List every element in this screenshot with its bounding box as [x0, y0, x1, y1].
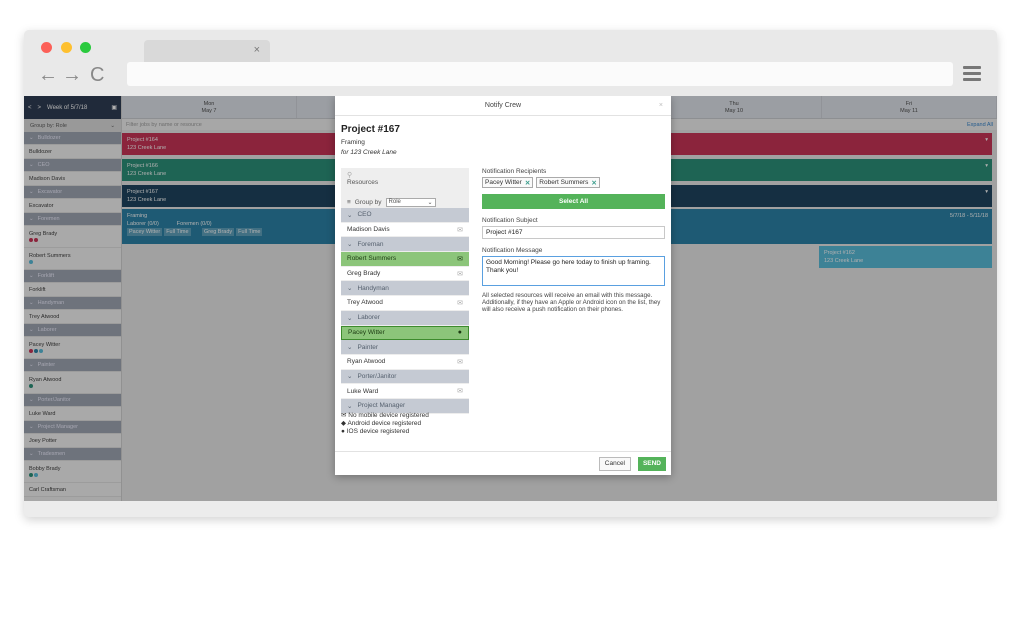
dialog-footer: Cancel SEND [335, 451, 671, 475]
subject-input[interactable]: Project #167 [482, 226, 665, 239]
mail-icon: ✉ [457, 358, 463, 366]
resource-name: Foreman [357, 240, 384, 248]
browser-tab[interactable]: × [144, 40, 270, 62]
cancel-button[interactable]: Cancel [598, 457, 631, 471]
chevron-down-icon: ⌄ [347, 402, 353, 410]
chevron-down-icon: ⌄ [347, 211, 353, 219]
project-title: Project #167 [341, 124, 400, 135]
resource-group-header[interactable]: ⌄ Painter [341, 340, 469, 355]
apple-icon: ● [457, 329, 462, 337]
chevron-down-icon: ⌄ [347, 373, 353, 381]
device-legend: ✉ No mobile device registered ◆ Android … [341, 412, 429, 436]
resource-name: Handyman [357, 284, 389, 292]
android-icon: ◆ [341, 420, 346, 427]
chevron-down-icon: ⌄ [347, 285, 353, 293]
recipient-name: Robert Summers [539, 179, 589, 186]
forward-arrow-icon[interactable]: → [62, 64, 82, 87]
chevron-down-icon: ⌄ [427, 199, 433, 206]
menu-icon[interactable] [963, 66, 981, 84]
list-icon: ≡ [347, 198, 351, 206]
mail-icon: ✉ [457, 388, 463, 396]
resource-list: ⚲ Resources ≡ Group by Role ⌄ ⌄ CEO Madiso… [341, 168, 469, 414]
notify-crew-dialog: Notify Crew × Project #167 Framing for 1… [335, 96, 671, 475]
resource-name: Trey Atwood [347, 299, 383, 307]
recipient-name: Pacey Witter [485, 179, 522, 186]
message-label: Notification Message [482, 247, 543, 254]
resource-group-header[interactable]: ⌄ Foreman [341, 237, 469, 253]
resource-group-header[interactable]: ⌄ Porter/Janitor [341, 369, 469, 385]
resource-rows: ⌄ CEO Madison Davis ✉ ⌄ Foreman Robert Summers… [341, 208, 469, 414]
browser-window: × ← → C < > Week of 5/7/18 ▣ Group by: R… [24, 30, 997, 517]
recipient-chip[interactable]: Robert Summers ✕ [536, 177, 600, 188]
resource-row[interactable]: Madison Davis ✉ [341, 223, 469, 238]
tab-close-icon[interactable]: × [254, 44, 260, 56]
resource-row[interactable]: Robert Summers ✉ [341, 252, 469, 267]
project-phase: Framing [341, 139, 365, 146]
mail-icon: ✉ [457, 299, 463, 307]
info-text: All selected resources will receive an e… [482, 292, 661, 313]
send-button[interactable]: SEND [637, 457, 666, 471]
maximize-window-dot[interactable] [80, 42, 91, 53]
resource-group-header[interactable]: ⌄ CEO [341, 208, 469, 223]
minimize-window-dot[interactable] [61, 42, 72, 53]
legend-no-device: No mobile device registered [348, 412, 429, 419]
reload-icon[interactable]: C [90, 64, 104, 87]
recipient-chip[interactable]: Pacey Witter ✕ [482, 177, 534, 188]
back-arrow-icon[interactable]: ← [38, 64, 58, 87]
project-address: for 123 Creek Lane [341, 149, 397, 156]
resources-label: Resources [347, 179, 379, 186]
resource-name: Greg Brady [347, 270, 381, 278]
resource-name: Luke Ward [347, 387, 379, 395]
resource-row[interactable]: Greg Brady ✉ [341, 267, 469, 282]
resource-name: Pacey Witter [348, 329, 385, 337]
resource-row[interactable]: Luke Ward ✉ [341, 384, 469, 399]
remove-icon[interactable]: ✕ [525, 179, 530, 187]
browser-chrome: × ← → C [24, 30, 997, 96]
select-all-button[interactable]: Select All [482, 194, 665, 209]
close-icon[interactable]: × [659, 96, 663, 116]
mail-icon: ✉ [341, 412, 347, 419]
message-textarea[interactable]: Good Morning! Please go here today to fi… [482, 256, 665, 286]
resource-groupby: ≡ Group by Role ⌄ [341, 196, 469, 208]
resource-name: Project Manager [357, 402, 406, 410]
resource-name: Painter [357, 343, 379, 351]
dialog-title: Notify Crew [484, 102, 522, 109]
recipient-chips: Pacey Witter ✕ Robert Summers ✕ [482, 177, 665, 189]
resource-search[interactable]: ⚲ Resources [341, 168, 469, 196]
chevron-down-icon: ⌄ [347, 344, 353, 352]
search-icon: ⚲ [347, 172, 353, 179]
close-window-dot[interactable] [41, 42, 52, 53]
groupby-label: Group by [354, 198, 382, 206]
mail-icon: ✉ [457, 226, 463, 234]
resource-name: CEO [357, 211, 372, 219]
legend-ios: IOS device registered [346, 428, 410, 435]
groupby-value: Role [388, 199, 401, 205]
address-bar[interactable] [127, 62, 953, 86]
resource-name: Robert Summers [347, 255, 397, 263]
subject-label: Notification Subject [482, 217, 538, 224]
apple-icon: ● [341, 428, 345, 435]
recipients-label: Notification Recipients [482, 168, 547, 175]
legend-android: Android device registered [347, 420, 422, 427]
resource-group-header[interactable]: ⌄ Handyman [341, 281, 469, 297]
notification-form: Notification Recipients Pacey Witter ✕ Ro… [482, 168, 665, 313]
resource-row[interactable]: Pacey Witter ● [341, 325, 469, 341]
browser-status-bar [24, 501, 997, 517]
dialog-header: Notify Crew × [335, 96, 671, 116]
groupby-select[interactable]: Role ⌄ [385, 197, 436, 207]
resource-name: Porter/Janitor [357, 372, 397, 380]
remove-icon[interactable]: ✕ [591, 179, 596, 187]
resource-name: Laborer [357, 314, 380, 322]
chevron-down-icon: ⌄ [347, 241, 353, 249]
mail-icon: ✉ [457, 270, 463, 278]
resource-name: Ryan Atwood [347, 358, 386, 366]
resource-row[interactable]: Ryan Atwood ✉ [341, 355, 469, 370]
resource-row[interactable]: Trey Atwood ✉ [341, 296, 469, 311]
resource-name: Madison Davis [347, 226, 390, 234]
chevron-down-icon: ⌄ [347, 314, 353, 322]
resource-group-header[interactable]: ⌄ Laborer [341, 310, 469, 326]
mail-icon: ✉ [457, 255, 463, 263]
app-viewport: < > Week of 5/7/18 ▣ Group by: Role ⌄ ⌄ … [24, 96, 997, 501]
